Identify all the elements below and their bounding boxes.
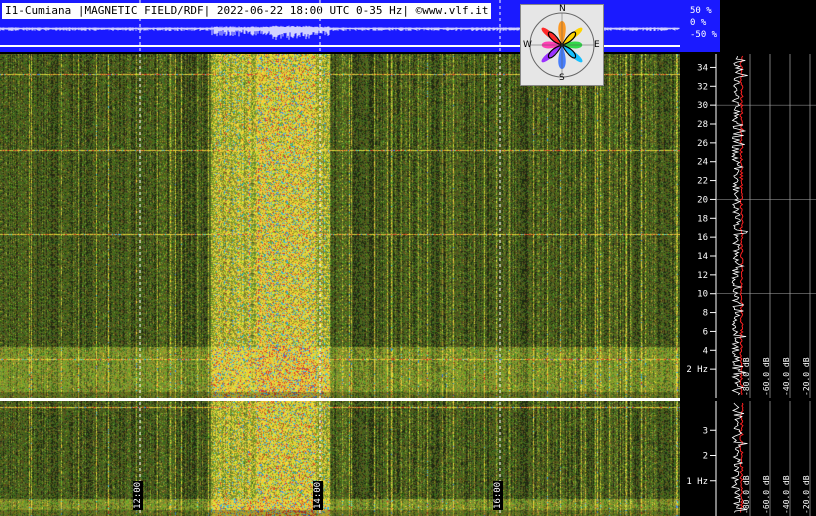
db-label: -60.0 dB (762, 475, 771, 514)
compass-north-label: N (559, 4, 566, 14)
frequency-tick-label: 10 (697, 290, 708, 300)
spectrum-panel-upper: 2 Hz 4 6 8 10 12 14 16 18 20 22 24 26 28 30 32 34 -80.0 … (680, 54, 816, 398)
frequency-tick-label: 14 (697, 252, 708, 262)
frequency-tick-label: 18 (697, 214, 708, 224)
frequency-tick-label: 30 (697, 101, 708, 111)
frequency-tick-label: 12 (697, 271, 708, 281)
frequency-tick-label: 4 (703, 346, 708, 356)
frequency-tick-label: 1 Hz (686, 477, 708, 487)
amp-tick-label: 50 % (690, 6, 712, 16)
db-label: -20.0 dB (802, 475, 811, 514)
frequency-tick-label: 28 (697, 120, 708, 130)
db-label: -80.0 dB (742, 475, 751, 514)
frequency-tick-label: 2 (703, 452, 708, 462)
frequency-tick-label: 8 (703, 309, 708, 319)
frequency-tick-label: 2 Hz (686, 365, 708, 375)
db-label: -60.0 dB (762, 357, 771, 396)
db-label: -40.0 dB (782, 475, 791, 514)
frequency-tick-label: 20 (697, 195, 708, 205)
frequency-tick-label: 24 (697, 158, 708, 168)
spectrum-panel-lower: 1 Hz 2 3 -80.0 dB -60.0 dB -40.0 dB -20.0 dB (680, 401, 816, 516)
frequency-tick-label: 22 (697, 177, 708, 187)
compass-south-label: S (559, 73, 565, 83)
frequency-tick-label: 34 (697, 63, 708, 73)
compass-west-label: W (523, 40, 532, 50)
amp-tick-label: 0 % (690, 18, 707, 28)
vlf-spectrogram-viewer: I1-Cumiana |MAGNETIC FIELD/RDF| 2022-06-… (0, 0, 816, 516)
frequency-tick-label: 16 (697, 233, 708, 243)
frequency-tick-label: 26 (697, 139, 708, 149)
time-tick-label: 16:00 (493, 480, 503, 510)
compass-east-label: E (594, 40, 600, 50)
db-label: -40.0 dB (782, 357, 791, 396)
frequency-tick-label: 32 (697, 82, 708, 92)
time-tick-label: 14:00 (313, 480, 323, 510)
amp-tick-label: -50 % (690, 30, 718, 40)
spectrum-average-trace (739, 55, 744, 396)
frequency-tick-label: 3 (703, 426, 708, 436)
time-tick-label: 12:00 (133, 480, 143, 510)
db-label: -20.0 dB (802, 357, 811, 396)
frequency-tick-label: 6 (703, 327, 708, 337)
spectrum-plot-upper: 2 Hz 4 6 8 10 12 14 16 18 20 22 24 26 28 30 32 34 (686, 54, 816, 398)
db-label: -80.0 dB (742, 357, 751, 396)
rdf-compass: N S E W (520, 4, 604, 86)
